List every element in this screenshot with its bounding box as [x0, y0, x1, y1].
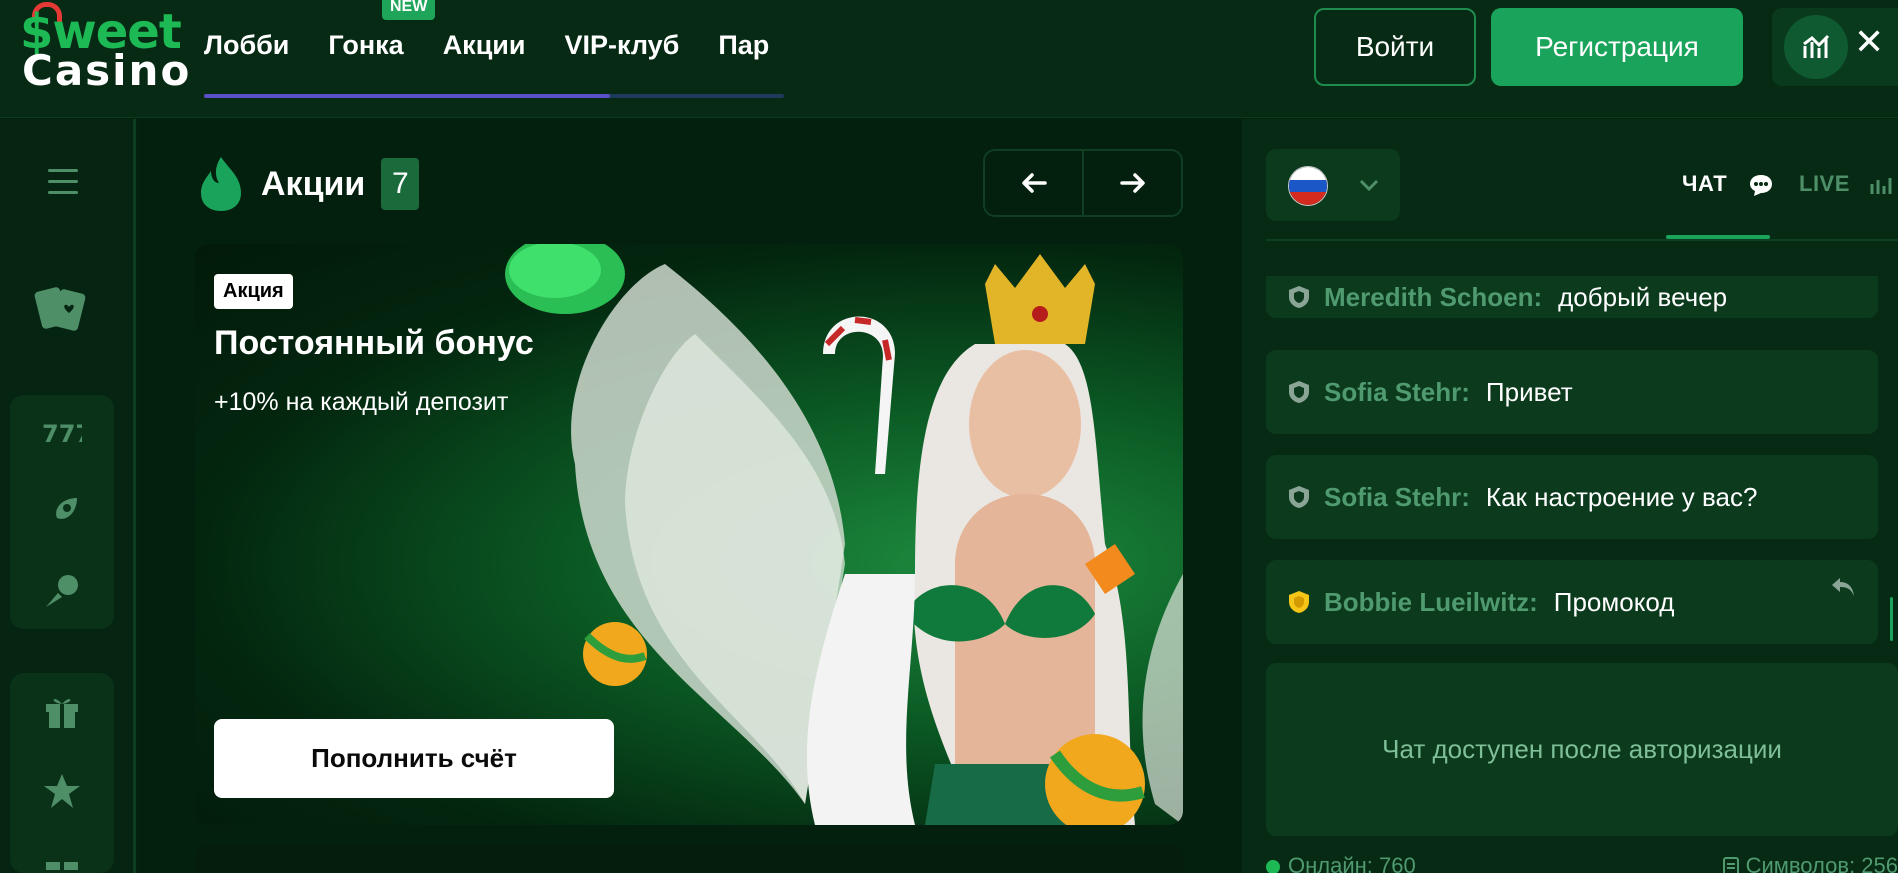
- gold-shield-icon: [1289, 591, 1309, 613]
- cards-icon[interactable]: [34, 281, 90, 346]
- nav-promotions[interactable]: Акции: [443, 30, 526, 61]
- tab-chat-label: ЧАТ: [1682, 171, 1728, 196]
- promo-banner[interactable]: Акция Постоянный бонус +10% на каждый де…: [195, 244, 1183, 825]
- tab-chat[interactable]: ЧАТ: [1682, 171, 1774, 197]
- left-sidebar: 777: [0, 119, 136, 873]
- chat-text: добрый вечер: [1558, 281, 1728, 312]
- chat-panel: ЧАТ LIVE Meredith Schoen: добрый вечер S…: [1242, 119, 1898, 873]
- deposit-button[interactable]: Пополнить счёт: [214, 719, 614, 798]
- tab-live-label: LIVE: [1799, 171, 1850, 196]
- rocket-icon[interactable]: [40, 491, 84, 535]
- new-badge: NEW: [382, 0, 436, 20]
- chat-bubble-icon: [1749, 175, 1772, 197]
- chat-text: Промокод: [1553, 586, 1675, 617]
- fire-icon: [201, 157, 241, 211]
- sidebar-games-group: 777: [10, 395, 114, 629]
- slots-777-icon[interactable]: 777: [40, 411, 84, 455]
- promo-subtitle: +10% на каждый депозит: [214, 388, 509, 416]
- document-icon: [1722, 857, 1739, 873]
- gift-box-icon[interactable]: [40, 847, 84, 873]
- menu-icon[interactable]: [48, 169, 78, 202]
- svg-text:777: 777: [42, 420, 82, 446]
- chat-message[interactable]: Sofia Stehr: Привет: [1266, 350, 1878, 434]
- promotions-title: Акции: [261, 164, 366, 203]
- crash-game-icon[interactable]: [40, 569, 84, 613]
- nav-lobby[interactable]: Лобби: [204, 30, 289, 61]
- online-indicator-icon: [1266, 860, 1280, 873]
- chat-username[interactable]: Bobbie Lueilwitz:: [1324, 587, 1538, 618]
- shield-icon: [1289, 486, 1309, 508]
- nav-scrollbar[interactable]: [204, 94, 784, 98]
- nav-partners[interactable]: Пар: [718, 30, 769, 61]
- tab-live[interactable]: LIVE: [1799, 171, 1893, 197]
- chat-footer: Онлайн: 760 Символов: 256: [1266, 853, 1898, 873]
- chat-divider: [1266, 239, 1898, 241]
- chat-username[interactable]: Meredith Schoen:: [1324, 282, 1542, 313]
- chat-username[interactable]: Sofia Stehr:: [1324, 377, 1470, 408]
- prev-arrow-button[interactable]: [985, 151, 1084, 215]
- promotions-count-badge: 7: [381, 158, 420, 210]
- gift-icon[interactable]: [40, 689, 84, 733]
- reply-icon[interactable]: [1830, 576, 1856, 598]
- nav-vip-club[interactable]: VIP-клуб: [565, 30, 680, 61]
- shield-icon: [1289, 286, 1309, 308]
- arrow-left-icon: [1021, 173, 1047, 193]
- header-widget: ✕: [1772, 8, 1898, 86]
- russia-flag-icon: [1288, 166, 1328, 206]
- nav-race[interactable]: Гонка: [328, 30, 403, 61]
- promotions-header: Акции 7: [199, 155, 420, 213]
- sweet-casino-logo[interactable]: $weet Casino: [18, 2, 189, 92]
- sidebar-bonus-group: [10, 673, 114, 873]
- star-icon[interactable]: [40, 769, 84, 813]
- chars-counter-label: Символов: 256: [1745, 853, 1898, 873]
- main-content: Акции 7 Акция Постоянный бонус +10% на к…: [139, 119, 1242, 873]
- stats-button[interactable]: [1784, 15, 1848, 79]
- chat-scrollbar[interactable]: [1890, 597, 1893, 641]
- promo-title: Постоянный бонус: [214, 324, 534, 362]
- language-selector[interactable]: [1266, 149, 1400, 221]
- promo-tag: Акция: [214, 274, 293, 309]
- chat-text: Как настроение у вас?: [1485, 481, 1758, 512]
- logo-text-bottom: Casino: [22, 46, 192, 95]
- chevron-down-icon: [1359, 179, 1379, 192]
- chat-text: Привет: [1485, 376, 1573, 407]
- shield-icon: [1289, 381, 1309, 403]
- arrow-right-icon: [1119, 173, 1145, 193]
- chat-auth-notice: Чат доступен после авторизации: [1266, 663, 1898, 836]
- login-button[interactable]: Войти: [1314, 8, 1476, 86]
- chart-icon: [1803, 34, 1830, 58]
- chat-message[interactable]: Meredith Schoen: добрый вечер: [1266, 276, 1878, 318]
- main-nav: Лобби Гонка Акции VIP-клуб Пар: [204, 0, 769, 90]
- chat-message[interactable]: Sofia Stehr: Как настроение у вас?: [1266, 455, 1878, 539]
- chat-username[interactable]: Sofia Stehr:: [1324, 482, 1470, 513]
- chars-counter: Символов: 256: [1722, 853, 1898, 873]
- chart-icon: [1870, 178, 1892, 195]
- carousel-arrows: [983, 149, 1183, 217]
- next-promo-card[interactable]: [195, 845, 1183, 873]
- next-arrow-button[interactable]: [1084, 151, 1181, 215]
- chat-message[interactable]: Bobbie Lueilwitz: Промокод: [1266, 560, 1878, 644]
- nav-scrollbar-thumb[interactable]: [204, 94, 610, 98]
- close-icon[interactable]: ✕: [1854, 24, 1884, 60]
- top-header: $weet Casino Лобби Гонка Акции VIP-клуб …: [0, 0, 1898, 118]
- online-count: Онлайн: 760: [1288, 853, 1416, 873]
- register-button[interactable]: Регистрация: [1491, 8, 1743, 86]
